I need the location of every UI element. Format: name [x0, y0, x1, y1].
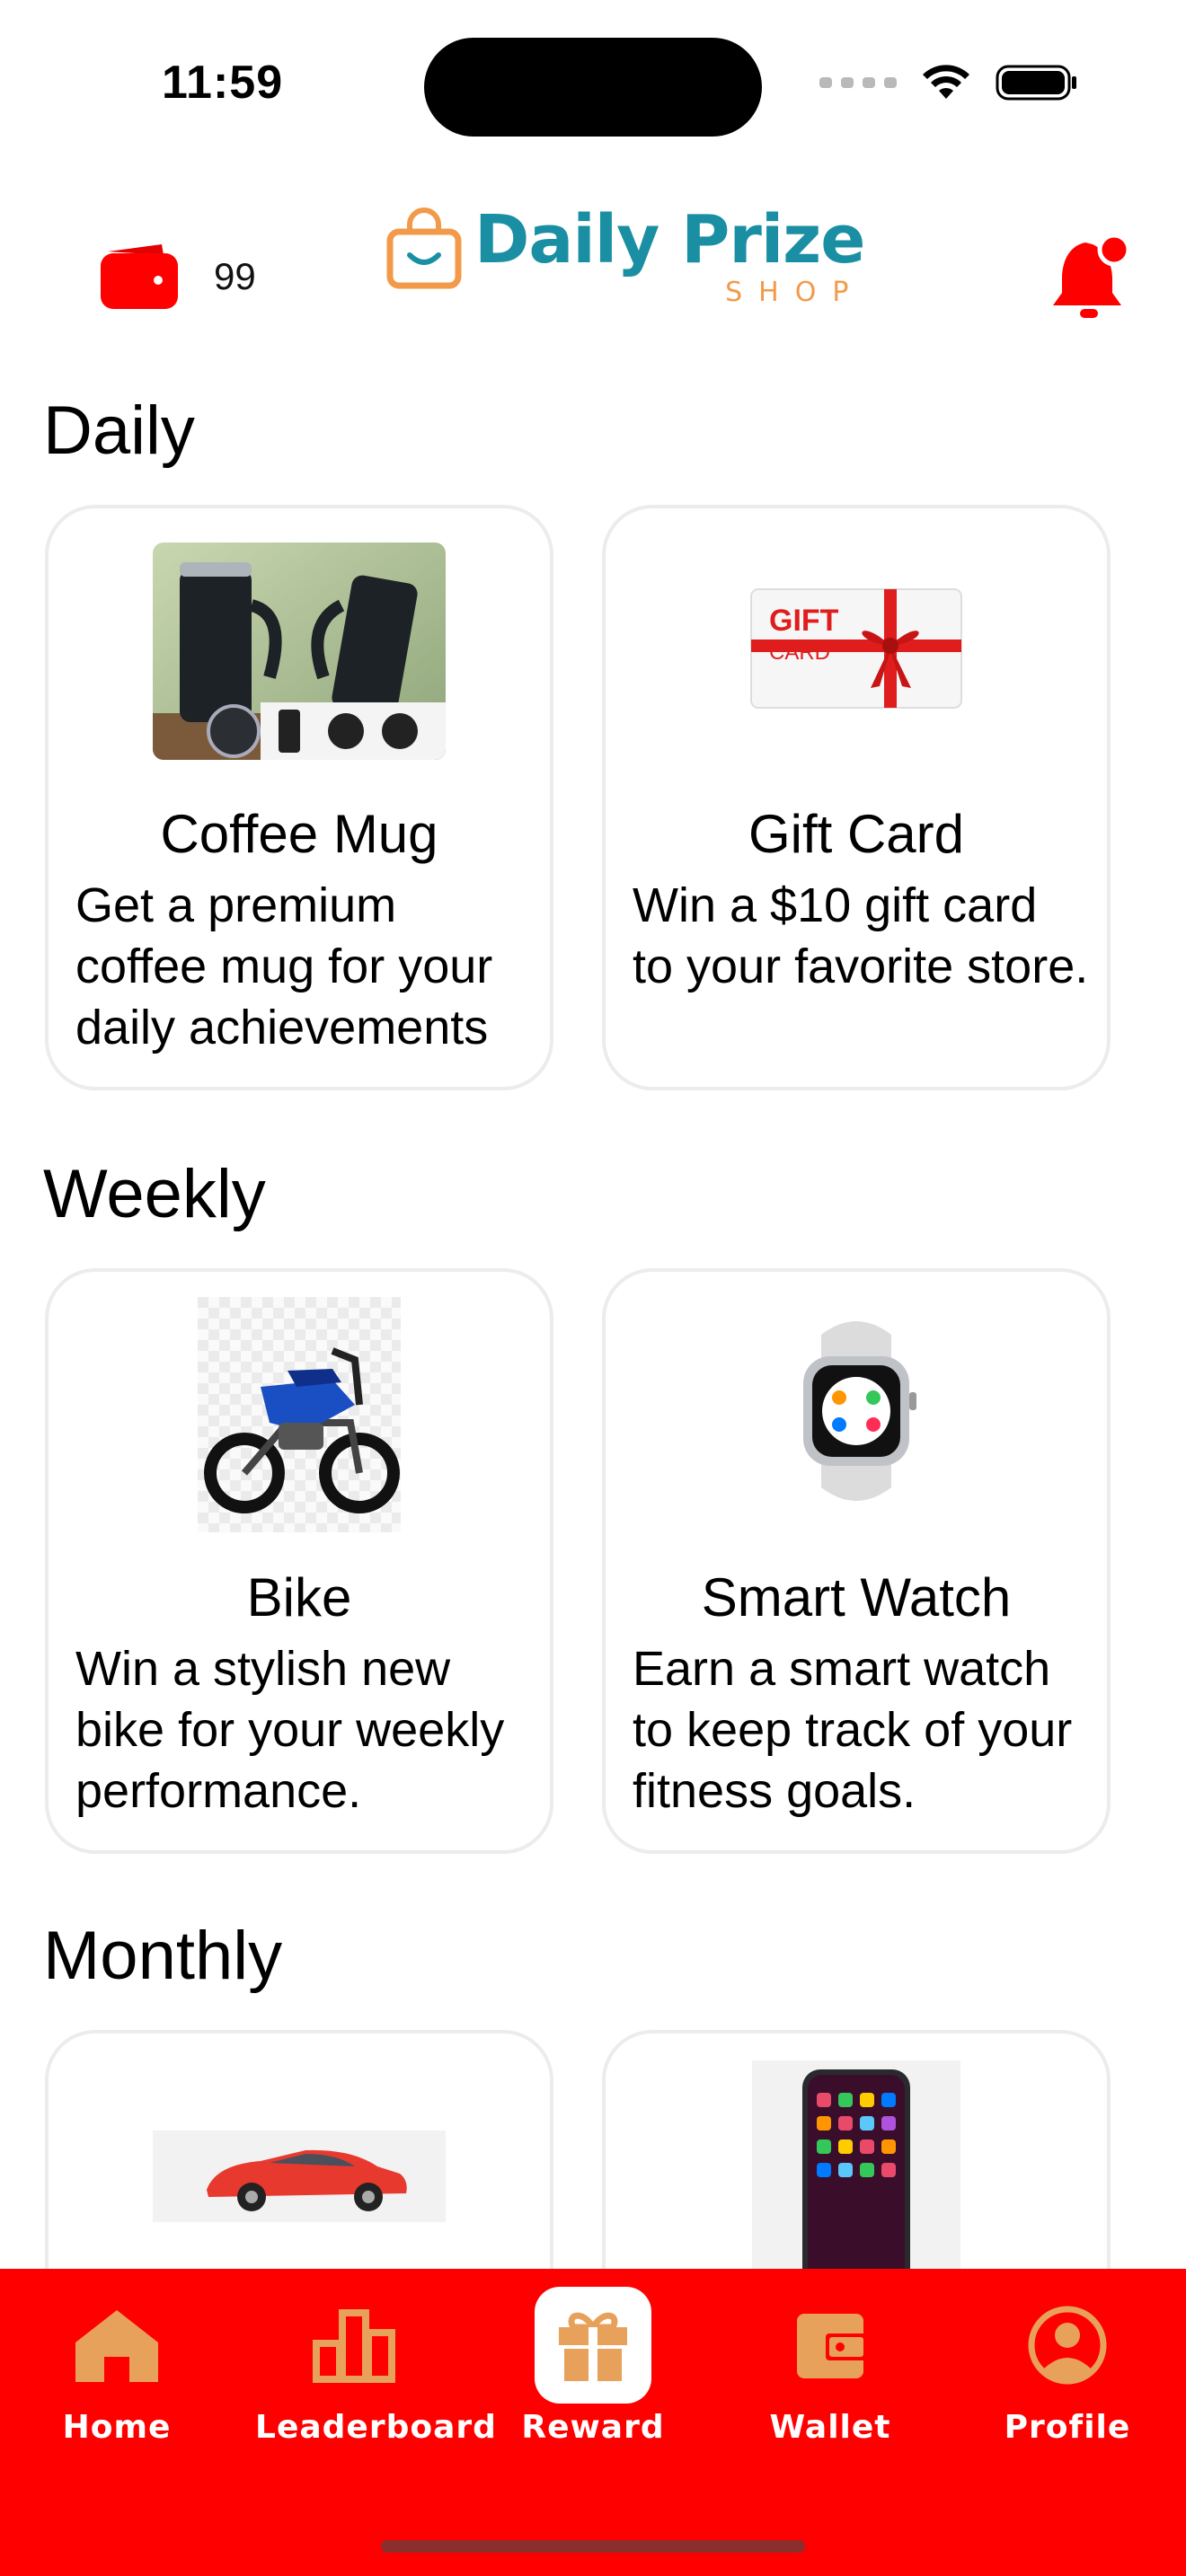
shopping-bag-icon — [386, 207, 462, 289]
car-image — [153, 2130, 446, 2222]
profile-icon — [1009, 2287, 1126, 2404]
wallet-icon — [772, 2287, 889, 2404]
card-description: Win a $10 gift card to your favorite sto… — [633, 878, 1089, 993]
bottom-navigation: Home Leaderboard Reward Wallet Profile — [0, 2269, 1186, 2576]
home-icon — [58, 2287, 175, 2404]
card-title: Bike — [246, 1567, 352, 1628]
leaderboard-icon — [296, 2287, 412, 2404]
gift-card-sublabel: CARD — [769, 640, 830, 665]
nav-label: Reward — [521, 2409, 665, 2446]
card-description: Get a premium coffee mug for your daily … — [75, 878, 493, 1054]
reward-card-smart-watch[interactable]: Smart Watch Earn a smart watch to keep t… — [602, 1268, 1111, 1854]
card-title: Gift Card — [748, 804, 965, 864]
app-header: 99 Daily Prize SHOP — [0, 198, 1186, 350]
nav-label: Profile — [1004, 2409, 1131, 2446]
battery-icon — [996, 65, 1076, 101]
reward-card-gift-card[interactable]: GIFT CARD Gift Card Win a $10 gift card … — [602, 505, 1111, 1090]
wifi-icon — [923, 65, 969, 99]
nav-label: Leaderboard — [255, 2409, 497, 2446]
reward-card-bike[interactable]: Bike Win a stylish new bike for your wee… — [45, 1268, 553, 1854]
card-description: Win a stylish new bike for your weekly p… — [75, 1642, 505, 1818]
card-title: Smart Watch — [701, 1567, 1012, 1628]
wallet-icon — [101, 244, 178, 309]
section-title-weekly: Weekly — [43, 1156, 266, 1232]
section-title-daily: Daily — [43, 393, 195, 469]
notification-button[interactable] — [1049, 233, 1132, 328]
logo-text: Daily Prize — [474, 201, 865, 278]
coffee-mug-image — [153, 543, 446, 760]
status-icons — [819, 63, 1078, 102]
nav-item-profile[interactable]: Profile — [969, 2287, 1166, 2446]
dynamic-island — [424, 38, 762, 137]
phone-image — [752, 2060, 960, 2294]
gift-card-image: GIFT CARD — [749, 587, 963, 710]
nav-item-leaderboard[interactable]: Leaderboard — [255, 2287, 497, 2446]
status-bar: 11:59 — [0, 0, 1186, 171]
section-title-monthly: Monthly — [43, 1918, 283, 1994]
app-logo: Daily Prize SHOP — [386, 201, 865, 308]
nav-item-home[interactable]: Home — [18, 2287, 216, 2446]
bell-icon — [1053, 233, 1131, 318]
nav-item-wallet[interactable]: Wallet — [731, 2287, 929, 2446]
card-description: Earn a smart watch to keep track of your… — [633, 1642, 1073, 1818]
nav-item-reward[interactable]: Reward — [494, 2287, 692, 2446]
smart-watch-image — [776, 1317, 936, 1505]
gift-icon — [535, 2287, 651, 2404]
bike-image — [198, 1297, 401, 1532]
logo-subtext: SHOP — [725, 277, 865, 308]
reward-card-coffee-mug[interactable]: Coffee Mug Get a premium coffee mug for … — [45, 505, 553, 1090]
wallet-count: 99 — [214, 255, 256, 297]
status-time: 11:59 — [162, 57, 284, 109]
nav-label: Home — [62, 2409, 172, 2446]
home-indicator — [381, 2540, 805, 2553]
card-title: Coffee Mug — [160, 804, 438, 864]
cellular-signal-icon — [819, 77, 897, 88]
gift-card-label: GIFT — [769, 604, 839, 638]
nav-label: Wallet — [769, 2409, 891, 2446]
wallet-balance[interactable]: 99 — [99, 243, 256, 311]
